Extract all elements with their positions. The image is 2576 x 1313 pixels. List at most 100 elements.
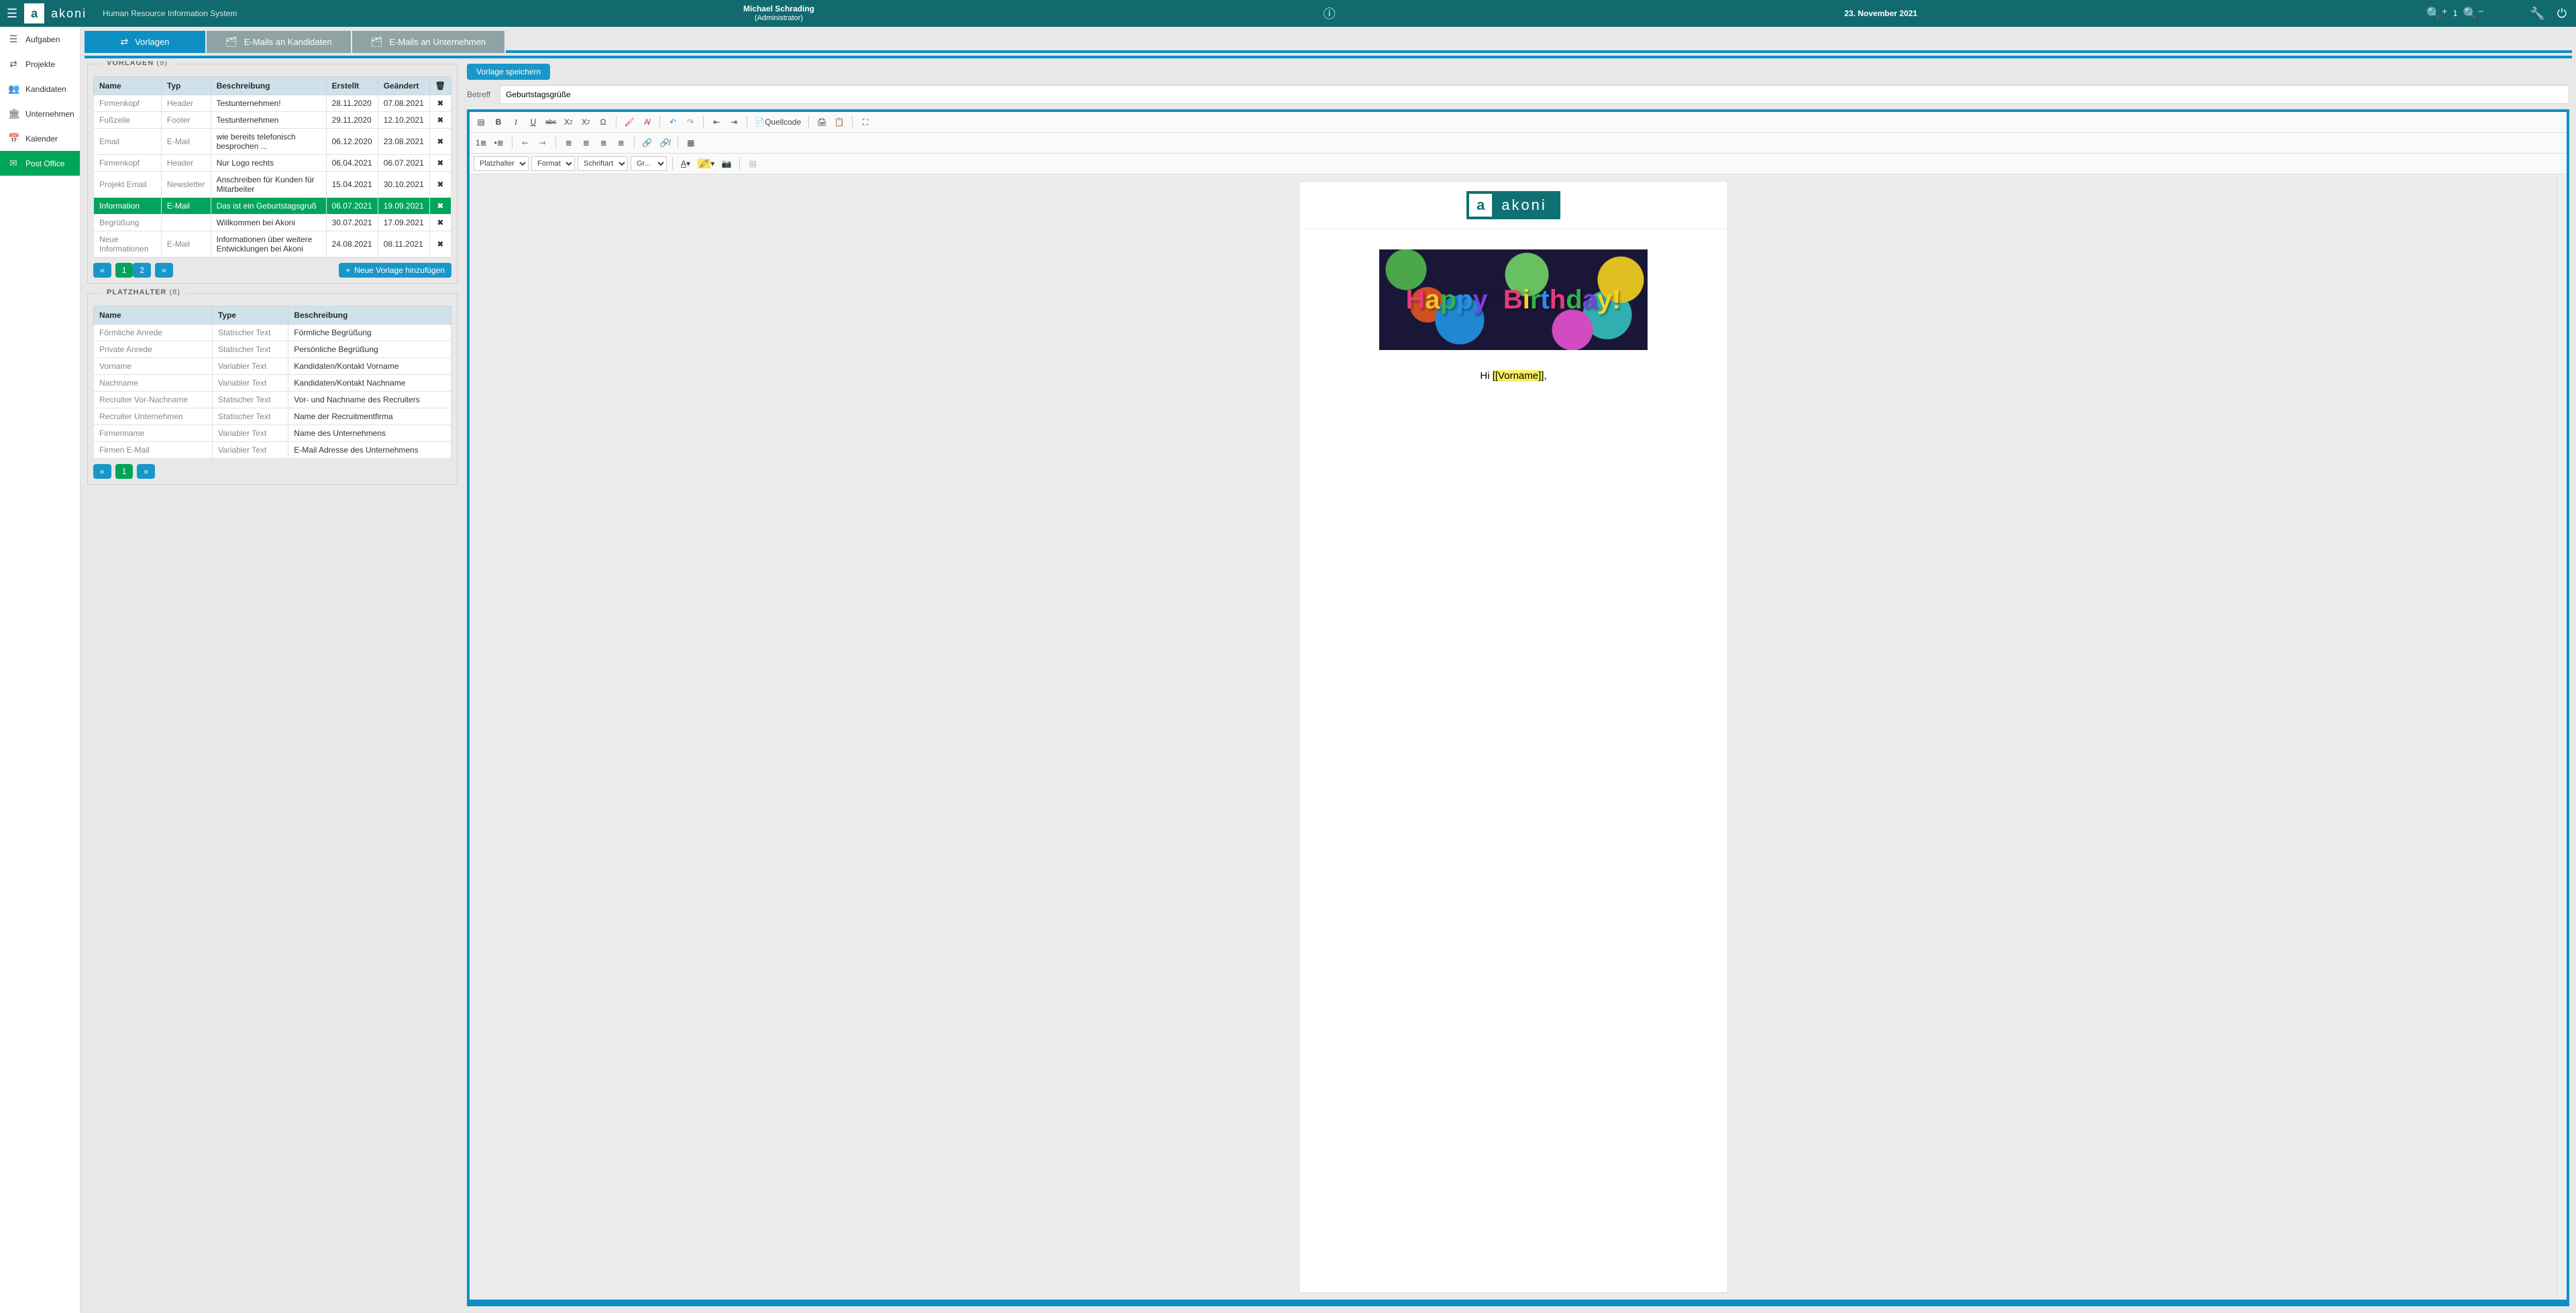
table-row[interactable]: Firmen E-MailVariabler TextE-Mail Adress… [94, 442, 451, 459]
pager-next[interactable]: » [155, 263, 173, 278]
source-button[interactable]: 📄 Quellcode [753, 115, 803, 129]
delete-row-icon[interactable]: ✖ [429, 112, 451, 129]
table-row[interactable]: EmailE-Mailwie bereits telefonisch bespr… [94, 129, 451, 155]
size-combo[interactable]: Gr... [631, 156, 667, 171]
superscript-button[interactable]: X2 [578, 115, 593, 129]
delete-row-icon[interactable]: ✖ [429, 215, 451, 231]
save-template-button[interactable]: Vorlage speichern [467, 64, 550, 80]
outdent-icon[interactable]: ⇽ [518, 135, 533, 150]
ph-col-beschreibung[interactable]: Beschreibung [288, 306, 451, 325]
omega-icon[interactable]: Ω [596, 115, 610, 129]
zoom-out-icon[interactable]: 🔍⁻ [2460, 7, 2487, 21]
table-row[interactable]: Förmliche AnredeStatischer TextFörmliche… [94, 325, 451, 341]
sidebar-item-label: Post Office [25, 159, 64, 168]
strike-button[interactable]: abc [543, 115, 558, 129]
sidebar-icon: ⇄ [8, 58, 19, 70]
table-row[interactable]: FußzeileFooterTestunternehmen29.11.20201… [94, 112, 451, 129]
col-name[interactable]: Name [94, 77, 162, 95]
sidebar-item-kandidaten[interactable]: 👥Kandidaten [0, 76, 80, 101]
cell-name: Recruiter Unternehmen [94, 408, 213, 425]
zoom-in-icon[interactable]: 🔍⁺ [2424, 7, 2451, 21]
pager-page-1[interactable]: 1 [115, 263, 133, 278]
text-color-icon[interactable]: A▾ [678, 156, 693, 171]
source-icon[interactable]: ▤ [474, 115, 488, 129]
align-left-icon[interactable]: ≣ [561, 135, 576, 150]
ul-icon[interactable]: •≣ [492, 135, 506, 150]
sidebar-item-kalender[interactable]: 📅Kalender [0, 126, 80, 151]
ph-pager-next[interactable]: » [137, 464, 155, 479]
hamburger-icon[interactable]: ☰ [7, 7, 17, 21]
font-combo[interactable]: Schriftart [578, 156, 628, 171]
bold-button[interactable]: B [491, 115, 506, 129]
align-justify-icon[interactable]: ≣ [614, 135, 629, 150]
wrench-icon[interactable]: 🔧 [2527, 7, 2547, 21]
ol-icon[interactable]: 1≣ [474, 135, 489, 150]
table-icon[interactable]: ▦ [684, 135, 698, 150]
indent-icon[interactable]: ⇾ [535, 135, 550, 150]
ph-col-type[interactable]: Type [212, 306, 288, 325]
info-icon[interactable]: ⓘ [1321, 5, 1338, 22]
sidebar-item-post-office[interactable]: ✉Post Office [0, 151, 80, 176]
ph-col-name[interactable]: Name [94, 306, 213, 325]
table-row[interactable]: VornameVariabler TextKandidaten/Kontakt … [94, 358, 451, 375]
bg-color-icon[interactable]: 🖍▾ [696, 156, 716, 171]
table-row[interactable]: FirmennameVariabler TextName des Unterne… [94, 425, 451, 442]
editor-canvas[interactable]: a akoni Happy Birthday! [470, 174, 2557, 1300]
table-row[interactable]: BegrüßungWillkommen bei Akoni30.07.20211… [94, 215, 451, 231]
power-icon[interactable]: ⏻ [2555, 7, 2569, 21]
align-right-icon[interactable]: ≣ [596, 135, 611, 150]
indent-block-icon[interactable]: ⇥ [727, 115, 741, 129]
print-icon[interactable]: 🖨 [814, 115, 829, 129]
delete-row-icon[interactable]: ✖ [429, 198, 451, 215]
delete-row-icon[interactable]: ✖ [429, 129, 451, 155]
sidebar-item-unternehmen[interactable]: 🏛Unternehmen [0, 101, 80, 126]
table-row[interactable]: Neue InformationenE-MailInformationen üb… [94, 231, 451, 258]
align-center-icon[interactable]: ≣ [579, 135, 594, 150]
format-paint-icon[interactable]: 🖌 [622, 115, 637, 129]
table-row[interactable]: NachnameVariabler TextKandidaten/Kontakt… [94, 375, 451, 392]
table-row[interactable]: Recruiter UnternehmenStatischer TextName… [94, 408, 451, 425]
tab-e-mails-an-unternehmen[interactable]: 🗂E-Mails an Unternehmen [352, 31, 505, 53]
sidebar-item-projekte[interactable]: ⇄Projekte [0, 52, 80, 76]
underline-button[interactable]: U [526, 115, 541, 129]
table-row[interactable]: Recruiter Vor-NachnameStatischer TextVor… [94, 392, 451, 408]
maximize-icon[interactable]: ⛶ [858, 115, 873, 129]
redo-icon[interactable]: ↷ [683, 115, 698, 129]
cell-beschreibung: Nur Logo rechts [211, 155, 326, 172]
col-typ[interactable]: Typ [161, 77, 211, 95]
tab-vorlagen[interactable]: ⇄Vorlagen [85, 31, 205, 53]
col-beschreibung[interactable]: Beschreibung [211, 77, 326, 95]
delete-row-icon[interactable]: ✖ [429, 155, 451, 172]
platzhalter-combo[interactable]: Platzhalter [474, 156, 529, 171]
editor-scrollbar[interactable] [2557, 174, 2567, 1300]
subject-input[interactable] [500, 85, 2569, 104]
add-template-button[interactable]: + Neue Vorlage hinzufügen [339, 263, 451, 278]
link-icon[interactable]: 🔗 [640, 135, 655, 150]
image-icon[interactable]: 📷 [719, 156, 734, 171]
delete-row-icon[interactable]: ✖ [429, 172, 451, 198]
table-row[interactable]: InformationE-MailDas ist ein Geburtstags… [94, 198, 451, 215]
subscript-button[interactable]: X2 [561, 115, 576, 129]
col-erstellt[interactable]: Erstellt [326, 77, 378, 95]
outdent-block-icon[interactable]: ⇤ [709, 115, 724, 129]
col-geaendert[interactable]: Geändert [378, 77, 429, 95]
undo-icon[interactable]: ↶ [665, 115, 680, 129]
table-row[interactable]: Projekt EmailNewsletterAnschreiben für K… [94, 172, 451, 198]
delete-row-icon[interactable]: ✖ [429, 95, 451, 112]
sidebar-item-aufgaben[interactable]: ☰Aufgaben [0, 27, 80, 52]
table-row[interactable]: Private AnredeStatischer TextPersönliche… [94, 341, 451, 358]
preview-icon[interactable]: 📋 [832, 115, 847, 129]
platzhalter-legend: PLATZHALTER (8) [101, 288, 186, 296]
ph-pager-prev[interactable]: « [93, 464, 111, 479]
pager-prev[interactable]: « [93, 263, 111, 278]
pager-page-2[interactable]: 2 [133, 263, 151, 278]
table-row[interactable]: FirmenkopfHeaderNur Logo rechts06.04.202… [94, 155, 451, 172]
format-combo[interactable]: Format [531, 156, 575, 171]
delete-row-icon[interactable]: ✖ [429, 231, 451, 258]
table-row[interactable]: FirmenkopfHeaderTestunternehmen!28.11.20… [94, 95, 451, 112]
remove-format-icon[interactable]: A̸ [639, 115, 654, 129]
tab-e-mails-an-kandidaten[interactable]: 🗂E-Mails an Kandidaten [207, 31, 351, 53]
ph-pager-page-1[interactable]: 1 [115, 464, 133, 479]
unlink-icon[interactable]: 🔗̸ [657, 135, 672, 150]
italic-button[interactable]: I [508, 115, 523, 129]
